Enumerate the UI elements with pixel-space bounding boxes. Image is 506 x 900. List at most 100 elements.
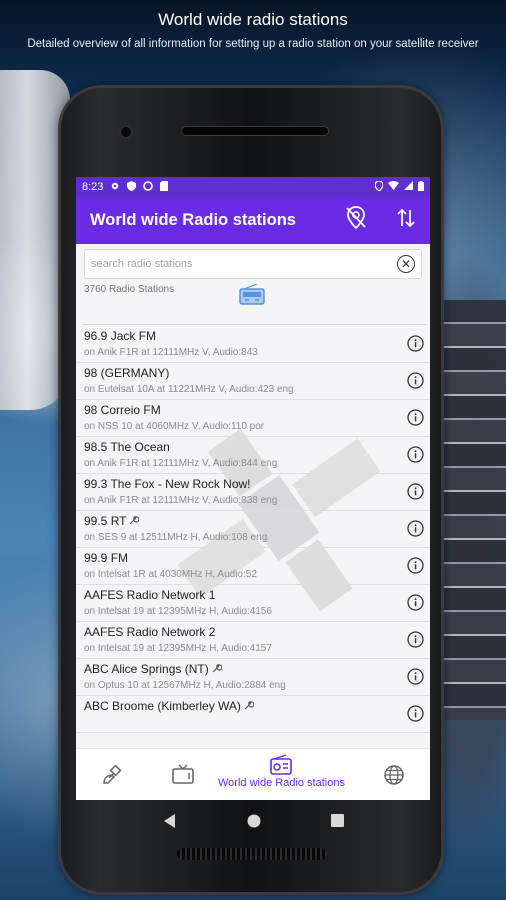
location-status-icon [374,179,384,194]
station-row[interactable]: AAFES Radio Network 1 on Intelsat 19 at 1… [76,585,430,622]
phone-screen: 8:23 World wide Radio stations search ra… [76,177,430,800]
promo-title: World wide radio stations [158,10,348,29]
station-detail: on Eutelsat 10A at 11221MHz V, Audio:423… [84,384,294,395]
info-icon[interactable] [407,483,424,500]
station-name-text: 99.9 FM [84,551,129,565]
station-list-area: ✕ 3760 Radio Stations 96.9 Jack FM on Ani… [76,244,430,748]
bottom-speaker [177,848,327,860]
info-icon[interactable] [407,446,424,463]
recents-icon[interactable] [330,814,344,832]
signal-status-icon [404,181,413,193]
clear-search-button[interactable]: ✕ [397,255,415,273]
station-name: 99.5 RT [84,514,140,528]
station-row[interactable]: 96.9 Jack FM on Anik F1R at 12111MHz V, A… [76,326,430,363]
station-row[interactable]: 99.3 The Fox - New Rock Now! on Anik F1R … [76,474,430,511]
wrench-icon [212,663,223,675]
station-name-text: 99.5 RT [84,514,127,528]
station-row[interactable]: 99.5 RT on SES 9 at 12511MHz H, Audio:108… [76,511,430,548]
home-icon[interactable] [247,814,261,833]
station-detail: on SES 9 at 12511MHz H, Audio:108 eng [84,532,268,543]
station-detail: on Anik F1R at 12111MHz V, Audio:843 [84,347,258,358]
status-bar: 8:23 [76,177,430,197]
station-row[interactable]: 98 (GERMANY) on Eutelsat 10A at 11221MHz … [76,363,430,400]
station-row[interactable]: 99.9 FM on Intelsat 1R at 4030MHz H, Audi… [76,548,430,585]
station-name-text: AAFES Radio Network 2 [84,625,216,639]
info-icon[interactable] [407,335,424,352]
station-name: ABC Broome (Kimberley WA) [84,699,255,713]
tv-icon [172,764,194,784]
nav-tv[interactable] [171,763,195,787]
station-row[interactable]: AAFES Radio Network 2 on Intelsat 19 at 1… [76,622,430,659]
sync-status-icon [143,180,154,194]
list-divider [82,324,426,325]
nav-radio-label: World wide Radio stations [218,777,345,789]
station-detail: on Intelsat 1R at 4030MHz H, Audio:52 [84,569,257,580]
station-name-text: 96.9 Jack FM [84,329,157,343]
station-name: ABC Alice Springs (NT) [84,662,223,676]
settings-status-icon [110,181,120,194]
app-bar-title: World wide Radio stations [90,211,296,229]
sort-icon[interactable] [394,206,418,235]
station-detail: on Intelsat 19 at 12395MHz H, Audio:4156 [84,606,272,617]
info-icon[interactable] [407,409,424,426]
station-name: 96.9 Jack FM [84,329,156,343]
station-row[interactable]: 98.5 The Ocean on Anik F1R at 12111MHz V,… [76,437,430,474]
location-off-icon[interactable] [344,205,368,236]
promo-subtitle: Detailed overview of all information for… [27,38,479,50]
station-name: 98 Correio FM [84,403,161,417]
info-icon[interactable] [407,631,424,648]
satellite-icon [103,764,122,784]
station-name-text: ABC Broome (Kimberley WA) [84,699,241,713]
station-name: 98 (GERMANY) [84,366,169,380]
radio-icon [270,754,293,775]
station-name-text: AAFES Radio Network 1 [84,588,216,602]
back-icon[interactable] [163,813,177,833]
camera-icon [119,125,133,139]
station-detail: on Optus 10 at 12567MHz H, Audio:2884 en… [84,680,286,691]
sd-card-status-icon [160,180,169,194]
info-icon[interactable] [407,705,424,722]
radio-badge-icon [239,284,265,305]
nav-radio-stations[interactable]: World wide Radio stations [218,754,345,789]
info-icon[interactable] [407,668,424,685]
station-list: 96.9 Jack FM on Anik F1R at 12111MHz V, A… [76,326,430,733]
info-icon[interactable] [407,372,424,389]
station-name: 99.9 FM [84,551,128,565]
wrench-icon [129,515,140,527]
station-row[interactable]: ABC Alice Springs (NT) on Optus 10 at 125… [76,659,430,696]
globe-icon [384,765,404,785]
station-detail: on Intelsat 19 at 12395MHz H, Audio:4157 [84,643,272,654]
station-detail: on Anik F1R at 12111MHz V, Audio:838 eng [84,495,278,506]
status-time: 8:23 [82,181,104,193]
app-bar: World wide Radio stations [76,197,430,244]
info-icon[interactable] [407,520,424,537]
wrench-icon [244,700,255,712]
info-icon[interactable] [407,594,424,611]
shield-status-icon [127,180,137,194]
earpiece-speaker [181,126,329,136]
station-name-text: 98 (GERMANY) [84,366,170,380]
station-name-text: 98.5 The Ocean [84,440,170,454]
station-name: AAFES Radio Network 1 [84,588,215,602]
search-box[interactable]: ✕ [84,249,422,279]
station-count: 3760 Radio Stations [84,284,175,295]
android-navigation-bar [76,800,430,846]
background-solar-panel [440,300,506,720]
station-name: 98.5 The Ocean [84,440,170,454]
station-name-text: ABC Alice Springs (NT) [84,662,209,676]
station-row[interactable]: ABC Broome (Kimberley WA) [76,696,430,733]
wifi-status-icon [388,181,399,193]
bottom-navigation: World wide Radio stations [76,748,430,800]
station-name: AAFES Radio Network 2 [84,625,215,639]
nav-globe[interactable] [382,763,406,787]
station-row[interactable]: 98 Correio FM on NSS 10 at 4060MHz V, Aud… [76,400,430,437]
station-name: 99.3 The Fox - New Rock Now! [84,477,251,491]
battery-status-icon [418,180,424,194]
search-input[interactable] [91,258,397,270]
station-detail: on Anik F1R at 12111MHz V, Audio:844 eng [84,458,278,469]
station-name-text: 98 Correio FM [84,403,161,417]
info-icon[interactable] [407,557,424,574]
station-name-text: 99.3 The Fox - New Rock Now! [84,477,251,491]
station-detail: on NSS 10 at 4060MHz V, Audio:110 por [84,421,265,432]
nav-satellite[interactable] [100,763,124,787]
